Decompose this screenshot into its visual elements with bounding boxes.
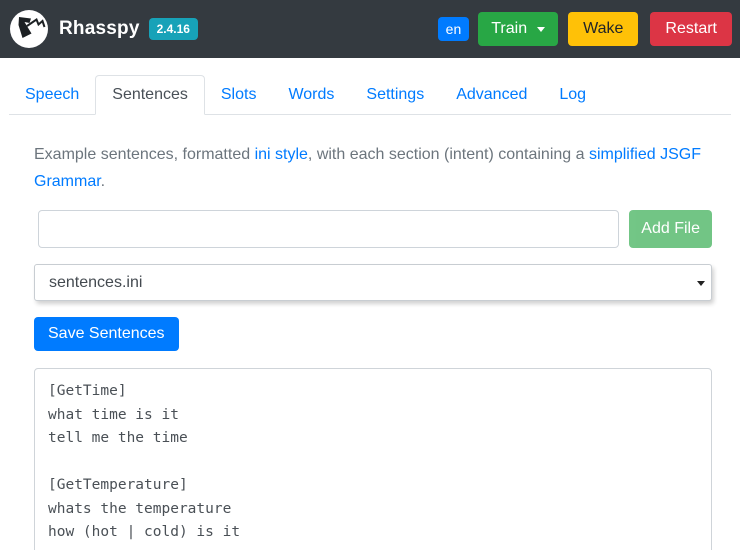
sentences-editor-textarea[interactable]: [GetTime] what time is it tell me the ti… [34,368,712,550]
file-select-wrap: sentences.ini [34,264,712,301]
description-part2: , with each section (intent) containing … [308,146,589,163]
ini-style-link[interactable]: ini style [255,146,308,163]
app-title: Rhasspy [59,18,140,40]
description-part3: . [101,173,105,190]
tab-settings[interactable]: Settings [350,76,440,114]
tab-advanced[interactable]: Advanced [440,76,543,114]
train-button-label: Train [491,20,527,38]
wake-button[interactable]: Wake [568,12,638,46]
add-file-button[interactable]: Add File [629,210,712,248]
save-sentences-button[interactable]: Save Sentences [34,317,179,351]
chevron-down-icon [537,27,545,32]
sentence-file-select[interactable]: sentences.ini [34,264,712,301]
brand-link[interactable]: Rhasspy 2.4.16 [10,10,198,48]
sentences-panel: Example sentences, formatted ini style, … [0,115,740,550]
language-button[interactable]: en [438,17,470,41]
tab-bar: Speech Sentences Slots Words Settings Ad… [9,75,731,115]
tab-speech[interactable]: Speech [9,76,95,114]
add-file-row: Add File [34,210,712,248]
version-badge: 2.4.16 [149,18,198,40]
train-button[interactable]: Train [478,12,558,46]
top-navbar: Rhasspy 2.4.16 en Train Wake Restart [0,0,740,58]
tab-words[interactable]: Words [272,76,350,114]
restart-button[interactable]: Restart [650,12,732,46]
tab-slots[interactable]: Slots [205,76,273,114]
description-part1: Example sentences, formatted [34,146,255,163]
rhasspy-logo-icon [10,10,48,48]
new-file-name-input[interactable] [38,210,619,248]
description-text: Example sentences, formatted ini style, … [34,141,712,195]
tab-sentences[interactable]: Sentences [95,75,205,115]
tab-log[interactable]: Log [543,76,602,114]
